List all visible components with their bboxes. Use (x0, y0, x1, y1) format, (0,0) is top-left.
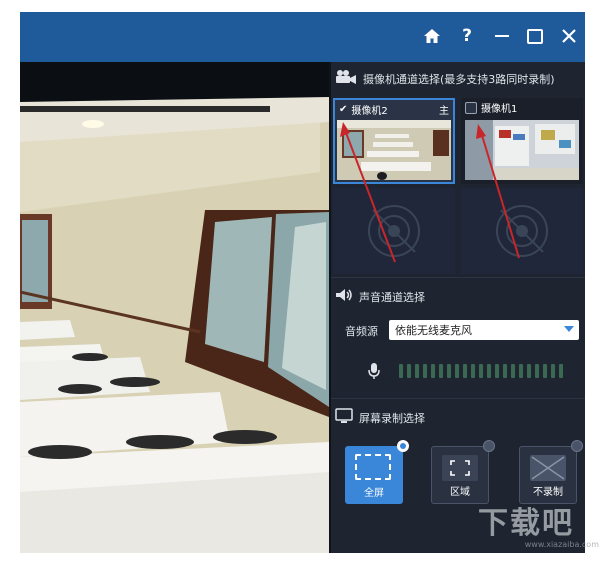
screen-section-title: 屏幕录制选择 (359, 411, 425, 425)
fullscreen-label: 全屏 (364, 488, 384, 499)
region-icon (442, 455, 478, 481)
speaker-icon (335, 288, 353, 305)
monitor-icon (335, 408, 353, 427)
region-option[interactable]: 区域 (431, 446, 489, 504)
fullscreen-radio[interactable] (397, 440, 409, 452)
audio-section-header: 声音通道选择 (335, 288, 425, 305)
camera-preview (20, 62, 329, 553)
help-icon[interactable]: ? (455, 22, 479, 50)
watermark-logo-text: 下载吧 (478, 506, 574, 541)
audio-section-title: 声音通道选择 (359, 290, 425, 304)
dropdown-arrow-icon[interactable] (564, 326, 574, 332)
close-icon[interactable] (557, 22, 581, 50)
annotation-arrows (340, 122, 520, 263)
fullscreen-option[interactable]: 全屏 (345, 446, 403, 504)
divider-2 (331, 398, 585, 399)
audio-source-select[interactable]: 依能无线麦克风 (389, 320, 579, 340)
no-record-option[interactable]: 不录制 (519, 446, 577, 504)
home-icon[interactable] (420, 22, 444, 50)
minimize-icon[interactable] (490, 22, 514, 50)
no-record-label: 不录制 (533, 487, 563, 498)
audio-level-meter (399, 364, 563, 378)
divider (331, 277, 585, 278)
maximize-icon[interactable] (523, 22, 547, 50)
region-label: 区域 (450, 487, 470, 498)
fullscreen-icon (355, 454, 391, 480)
region-radio[interactable] (483, 440, 495, 452)
screen-section-header: 屏幕录制选择 (335, 408, 425, 427)
no-record-icon (530, 455, 566, 481)
audio-source-label: 音频源 (345, 325, 378, 338)
app-window: ? 摄像机通道选择(最多支持3路同时录制) ✔ 摄像机2 主 摄像机1 声音通道… (20, 12, 585, 553)
audio-source-value: 依能无线麦克风 (395, 324, 472, 337)
no-record-radio[interactable] (571, 440, 583, 452)
watermark-logo: 下载吧 www.xiazaiba.com (478, 508, 613, 558)
watermark-url: www.xiazaiba.com (524, 540, 599, 549)
title-bar: ? (20, 12, 585, 62)
microphone-icon (367, 362, 381, 384)
control-panel: 摄像机通道选择(最多支持3路同时录制) ✔ 摄像机2 主 摄像机1 声音通道选择… (329, 62, 585, 553)
